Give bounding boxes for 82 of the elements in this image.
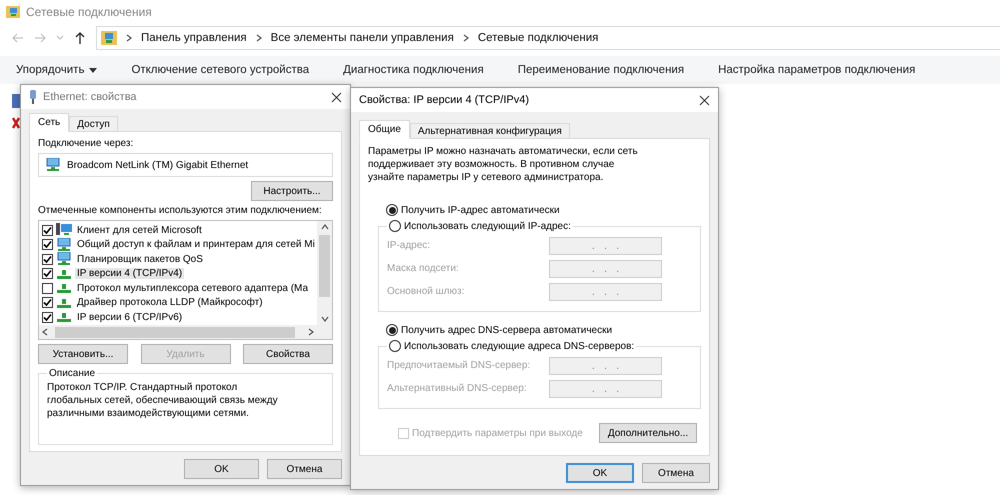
vertical-scrollbar[interactable]	[317, 221, 332, 325]
radio-label: Получить IP-адрес автоматически	[401, 204, 560, 216]
dialog-title: Свойства: IP версии 4 (TCP/IPv4)	[359, 94, 530, 106]
tab[interactable]: Доступ	[69, 116, 118, 132]
checkbox-label: Подтвердить параметры при выходе	[412, 428, 583, 438]
checkbox[interactable]	[42, 239, 53, 250]
list-item[interactable]: IP версии 4 (TCP/IPv4)	[75, 268, 184, 280]
up-arrow-icon[interactable]	[74, 32, 86, 44]
tab[interactable]: Общие	[359, 120, 410, 139]
caret-icon	[89, 68, 98, 72]
checkbox[interactable]	[42, 297, 53, 308]
network-computer-icon	[56, 252, 72, 266]
network-icon	[12, 94, 20, 108]
computer-icon	[56, 223, 72, 238]
section-label: Подключение через:	[38, 138, 134, 149]
radio-button[interactable]	[389, 340, 401, 352]
field-label: Альтернативный DNS-сервер:	[387, 383, 527, 394]
close-icon[interactable]	[331, 92, 342, 102]
radio-label: Использовать следующий IP-адрес:	[404, 220, 571, 232]
breadcrumb-item[interactable]: Все элементы панели управления	[270, 32, 454, 44]
toolbar-button[interactable]: Диагностика подключения	[343, 64, 484, 76]
checkbox[interactable]	[42, 312, 53, 323]
error-icon	[12, 117, 20, 129]
action-button[interactable]: Свойства	[243, 344, 333, 364]
adapter-field: Broadcom NetLink (TM) Gigabit Ethernet	[38, 153, 333, 177]
toolbar-button[interactable]: Отключение сетевого устройства	[131, 64, 310, 76]
radio-label: Использовать следующие адреса DNS-серверов:	[404, 340, 634, 352]
window-title: Сетевые подключения	[26, 5, 152, 19]
dialog-button[interactable]: Отмена	[267, 459, 342, 479]
toolbar-button[interactable]: Настройка параметров подключения	[718, 64, 916, 76]
chevron-left-icon	[41, 328, 49, 336]
chevron-right-icon	[254, 34, 263, 42]
list-item[interactable]: Протокол мультиплексора сетевого адаптера (Ма	[75, 282, 310, 294]
advanced-button[interactable]: Дополнительно...	[599, 423, 697, 443]
checkbox[interactable]	[42, 224, 53, 236]
horizontal-scrollbar[interactable]	[39, 325, 317, 339]
dialog-button[interactable]: OK	[566, 463, 634, 483]
chevron-right-icon	[125, 34, 133, 42]
chevron-right-icon	[307, 328, 315, 336]
radio-button[interactable]	[389, 220, 401, 232]
chevron-down-icon	[320, 315, 328, 323]
action-button[interactable]: Установить...	[38, 344, 128, 364]
radio-button[interactable]	[386, 324, 398, 336]
tab[interactable]: Сеть	[29, 113, 70, 132]
breadcrumb-item[interactable]: Панель управления	[141, 32, 247, 44]
chevron-up-icon	[320, 223, 328, 231]
checkbox[interactable]	[42, 268, 53, 280]
radio-button[interactable]	[386, 204, 398, 216]
field-label: Основной шлюз:	[387, 286, 464, 297]
section-label: Отмеченные компоненты используются этим подключением:	[38, 205, 323, 216]
dialog-button[interactable]: Отмена	[642, 463, 710, 483]
network-folder-icon	[101, 30, 117, 46]
dialog-button[interactable]: OK	[184, 459, 259, 479]
toolbar-button[interactable]: Упорядочить	[16, 64, 98, 76]
checkbox[interactable]	[42, 254, 53, 265]
network-protocol-icon	[56, 281, 72, 296]
close-icon[interactable]	[699, 94, 710, 106]
field-label: IP-адрес:	[387, 240, 430, 251]
list-item[interactable]: Клиент для сетей Microsoft	[75, 224, 204, 236]
group-title: Описание	[48, 368, 96, 379]
field-label: Маска подсети:	[387, 263, 459, 274]
list-item[interactable]: Планировщик пакетов QoS	[75, 254, 205, 265]
description-text: Протокол TCP/IP. Стандартный протокол глобальных сетей, обеспечивающий связь между различными взаимодействующими сетями.	[47, 381, 279, 421]
list-item[interactable]: Драйвер протокола LLDP (Майкрософт)	[75, 297, 265, 308]
address-bar[interactable]: Панель управления Все элементы панели управления Сетевые подключения	[96, 26, 1000, 50]
intro-text: Параметры IP можно назначать автоматически, если сеть поддерживает эту возможность. В противном случае узнайте параметры IP у сетевого администратора.	[368, 145, 639, 184]
checkbox[interactable]	[42, 282, 53, 294]
dialog-title: Ethernet: свойства	[43, 91, 138, 103]
network-folder-icon	[6, 5, 20, 19]
breadcrumb-item[interactable]: Сетевые подключения	[478, 32, 598, 44]
list-item[interactable]: IP версии 6 (TCP/IPv6)	[75, 312, 184, 323]
radio-label: Получить адрес DNS-сервера автоматически	[401, 324, 612, 336]
ethernet-icon	[29, 90, 37, 104]
network-computer-icon	[45, 158, 61, 172]
configure-button[interactable]: Настроить...	[251, 181, 333, 201]
network-computer-icon	[56, 238, 72, 252]
network-protocol-icon	[56, 310, 72, 324]
tab[interactable]: Альтернативная конфигурация	[410, 123, 570, 139]
chevron-right-icon	[462, 34, 470, 42]
toolbar-button[interactable]: Переименование подключения	[518, 64, 684, 76]
list-item[interactable]: Общий доступ к файлам и принтерам для сетей Mi	[75, 239, 317, 250]
field-label: Предпочитаемый DNS-сервер:	[387, 360, 530, 371]
